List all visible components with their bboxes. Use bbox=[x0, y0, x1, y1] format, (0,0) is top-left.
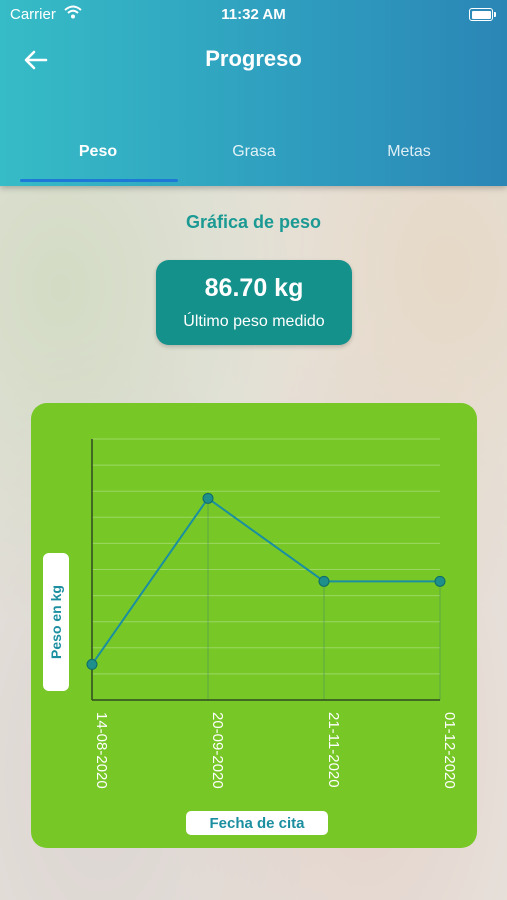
x-axis-label-box: Fecha de cita bbox=[186, 811, 328, 835]
last-weight-card: 86.70 kg Último peso medido bbox=[156, 260, 352, 345]
progress-screen: Carrier 11:32 AM Progreso Peso Grasa Met… bbox=[0, 0, 507, 900]
last-weight-label: Último peso medido bbox=[183, 313, 325, 330]
data-point bbox=[86, 658, 98, 670]
section-title: Gráfica de peso bbox=[185, 212, 322, 232]
weight-chart: 14-08-2020 20-09-2020 21-11-2020 01-12-2020 bbox=[31, 403, 477, 848]
chart-svg: 14-08-2020 20-09-2020 21-11-2020 01-12-2020 bbox=[86, 438, 458, 789]
tab-metas[interactable]: Metas bbox=[329, 143, 489, 161]
data-point bbox=[318, 575, 330, 587]
tab-peso[interactable]: Peso bbox=[18, 143, 178, 161]
battery-icon bbox=[469, 8, 496, 21]
x-tick-label: 21-11-2020 bbox=[325, 712, 342, 788]
page-title: Progreso bbox=[205, 46, 302, 71]
app-header: Carrier 11:32 AM Progreso Peso Grasa Met… bbox=[0, 0, 507, 186]
status-time: 11:32 AM bbox=[221, 6, 286, 23]
x-tick-label: 01-12-2020 bbox=[441, 712, 458, 789]
data-point bbox=[202, 492, 214, 504]
series-line bbox=[91, 496, 440, 665]
tab-indicator bbox=[20, 179, 178, 182]
y-axis-label: Peso en kg bbox=[48, 585, 64, 659]
tab-grasa[interactable]: Grasa bbox=[174, 143, 334, 161]
x-tick-label: 20-09-2020 bbox=[209, 712, 226, 789]
last-weight-value: 86.70 kg bbox=[204, 274, 304, 302]
tab-bar: Peso Grasa Metas bbox=[0, 140, 507, 186]
data-point bbox=[434, 575, 446, 587]
x-axis-label: Fecha de cita bbox=[209, 815, 305, 832]
x-tick-label: 14-08-2020 bbox=[93, 712, 110, 789]
status-bar: Carrier 11:32 AM bbox=[0, 0, 507, 30]
